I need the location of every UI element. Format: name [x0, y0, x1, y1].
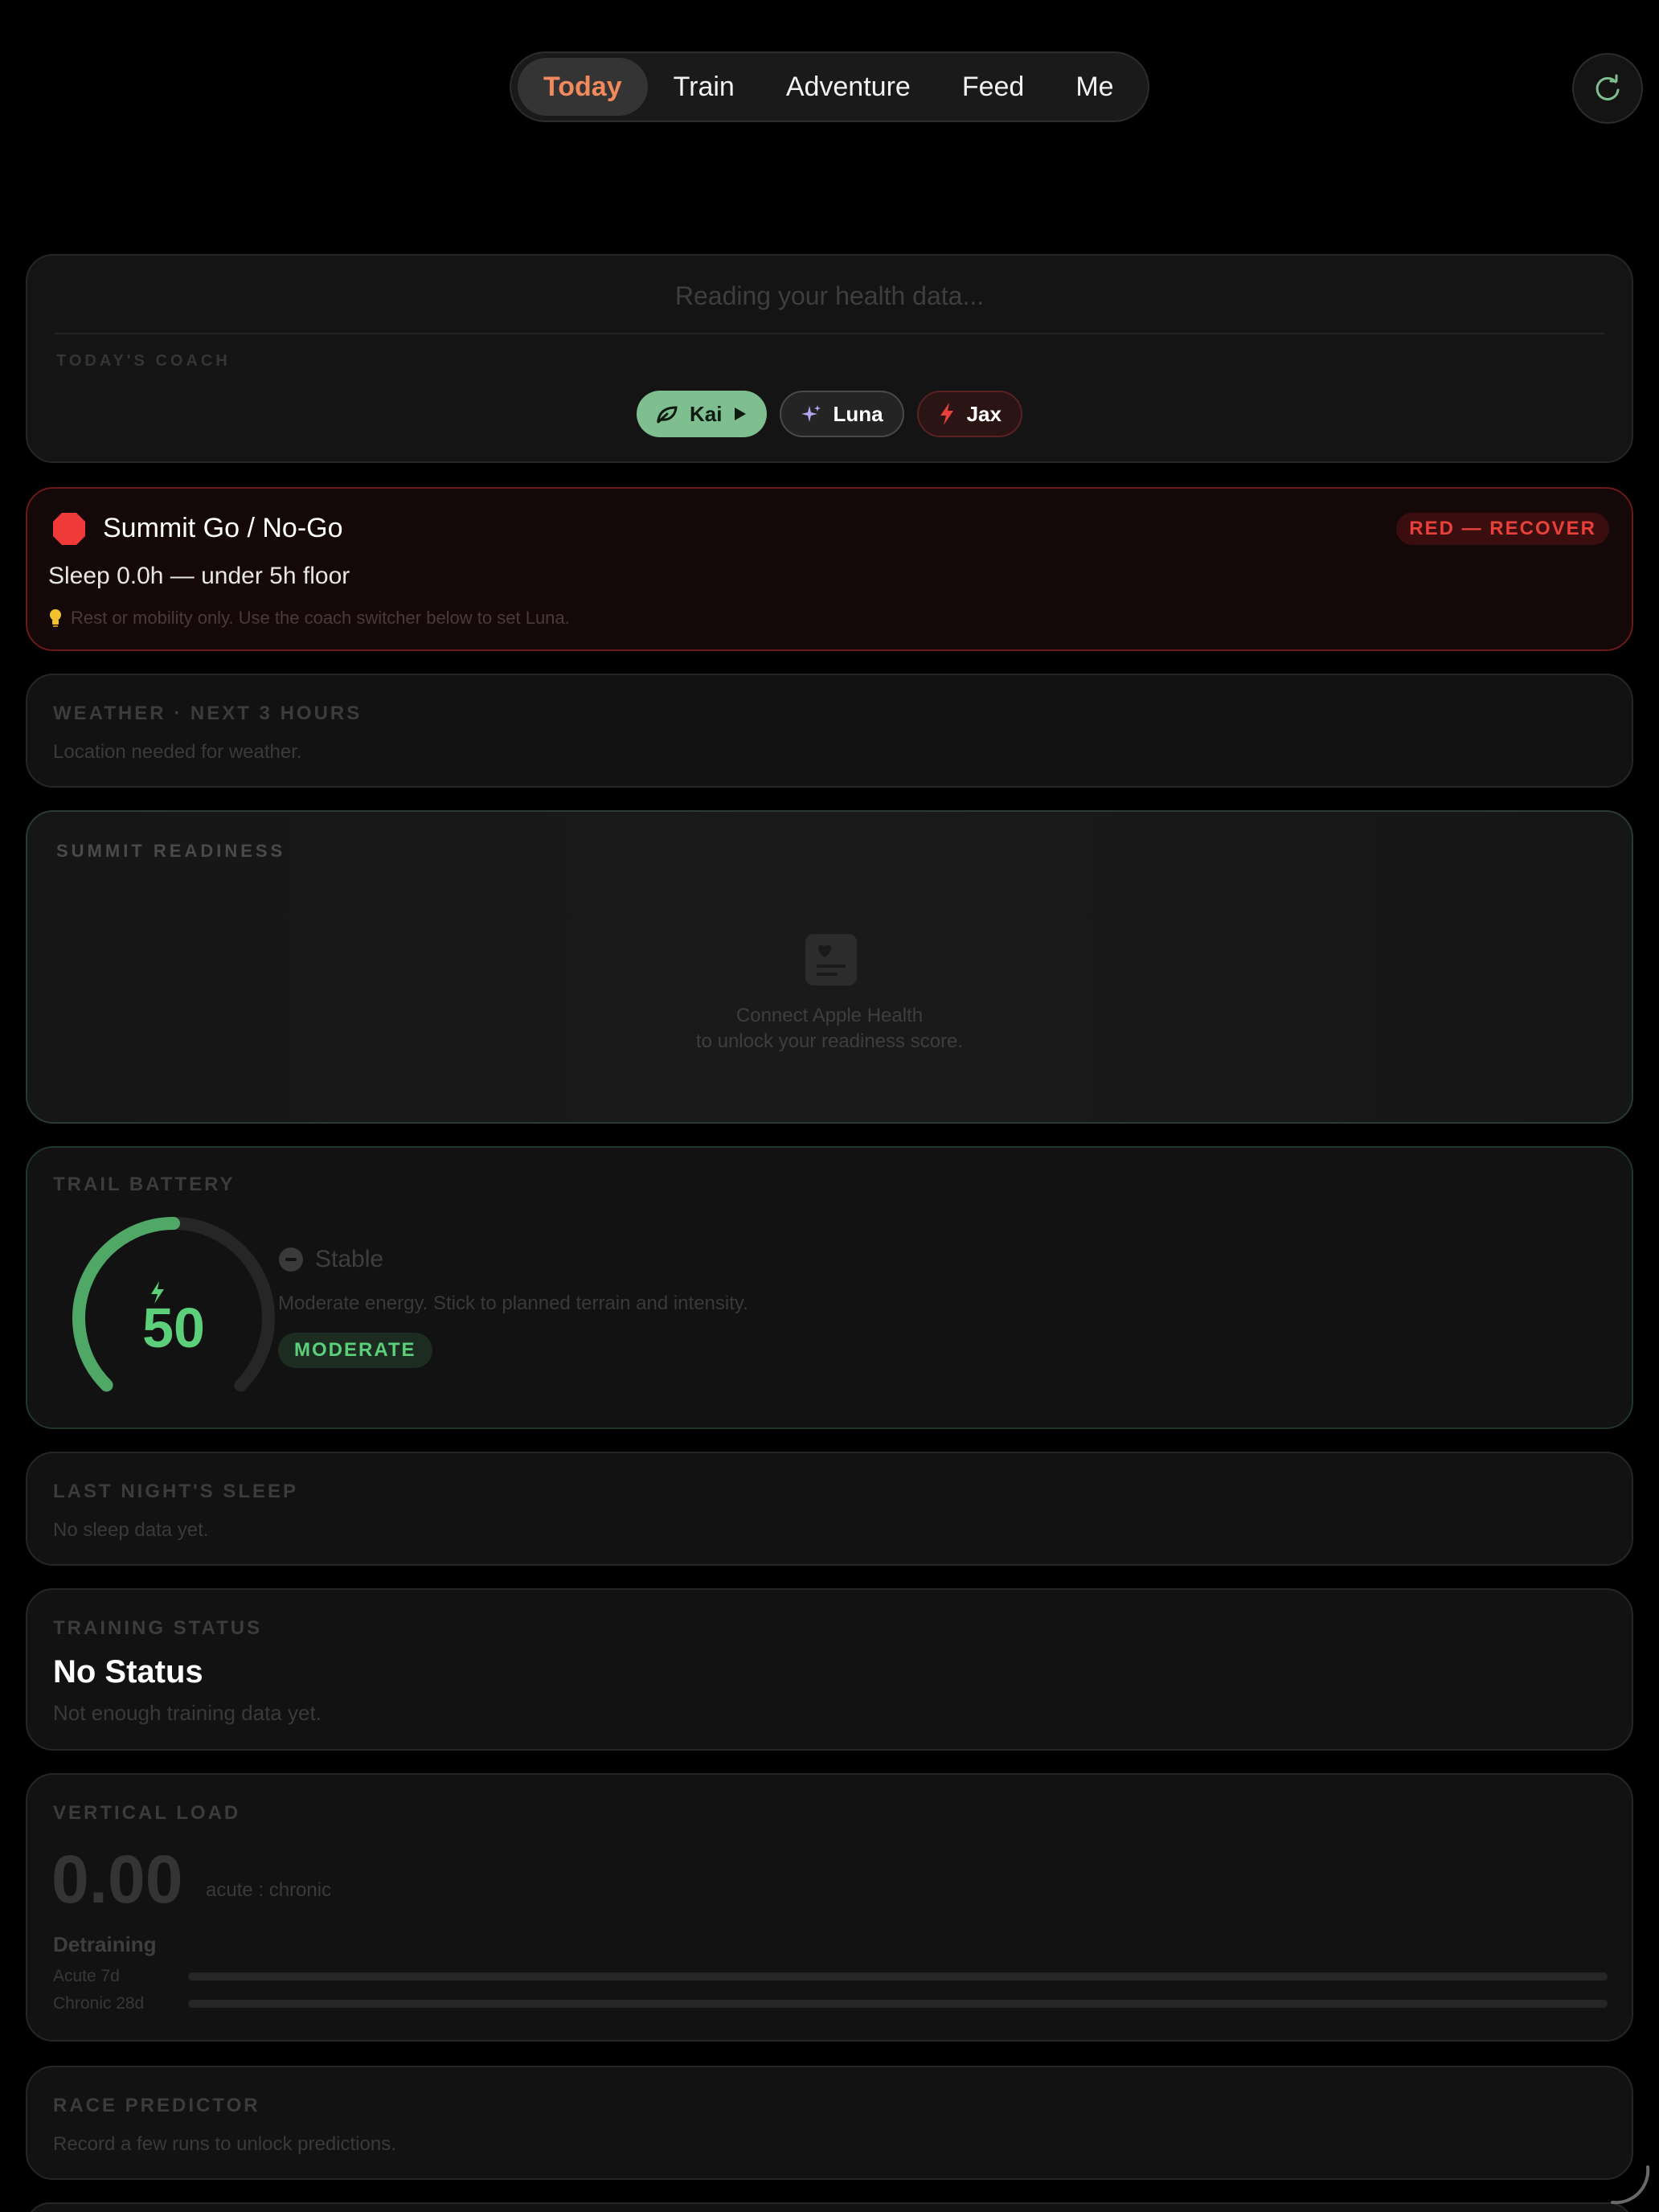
- lightbulb-icon: [50, 609, 61, 627]
- tab-adventure[interactable]: Adventure: [760, 58, 936, 116]
- battery-gauge: 50: [72, 1216, 275, 1392]
- tab-me[interactable]: Me: [1050, 58, 1139, 116]
- weather-message: Location needed for weather.: [53, 741, 302, 763]
- status-badge: RED — RECOVER: [1396, 513, 1609, 545]
- minus-circle-icon: [279, 1247, 303, 1272]
- summit-readiness-card[interactable]: SUMMIT READINESS Connect Apple Health to…: [26, 810, 1633, 1124]
- coach-chip-label: Luna: [833, 401, 883, 426]
- battery-trend: Stable: [278, 1246, 383, 1273]
- weather-card[interactable]: WEATHER · NEXT 3 HOURS Location needed f…: [26, 674, 1633, 788]
- load-bar: [188, 1972, 1608, 1981]
- summit-title: Summit Go / No-Go: [103, 513, 343, 543]
- coach-switcher: Kai Luna Jax: [27, 391, 1632, 437]
- weather-label: WEATHER · NEXT 3 HOURS: [53, 703, 363, 724]
- coach-chip-label: Jax: [966, 401, 1002, 426]
- load-bar: [188, 2000, 1608, 2008]
- readiness-message-2: to unlock your readiness score.: [695, 1030, 964, 1052]
- sleep-card[interactable]: LAST NIGHT'S SLEEP No sleep data yet.: [26, 1452, 1633, 1566]
- divider: [55, 333, 1604, 334]
- battery-value: 50: [142, 1296, 205, 1359]
- tab-feed[interactable]: Feed: [936, 58, 1051, 116]
- bolt-icon: [940, 403, 953, 425]
- reading-status: Reading your health data...: [674, 281, 985, 310]
- training-message: Not enough training data yet.: [53, 1701, 322, 1725]
- coach-chip-label: Kai: [690, 401, 723, 426]
- coach-label: TODAY'S COACH: [56, 352, 231, 370]
- top-nav: Today Train Adventure Feed Me: [510, 51, 1149, 122]
- next-card-peek: [26, 2202, 1633, 2212]
- health-record-icon: [805, 934, 857, 985]
- load-row-label: Chronic 28d: [53, 1994, 145, 2013]
- refresh-icon: [1596, 74, 1620, 100]
- trail-battery-card[interactable]: TRAIL BATTERY 50 Stable Moderate energy.…: [26, 1146, 1633, 1429]
- coach-card: Reading your health data... TODAY'S COAC…: [26, 254, 1633, 463]
- battery-state: Stable: [315, 1246, 384, 1272]
- coach-chip-luna[interactable]: Luna: [780, 391, 904, 437]
- race-predictor-card[interactable]: RACE PREDICTOR Record a few runs to unlo…: [26, 2066, 1633, 2180]
- tab-train[interactable]: Train: [648, 58, 760, 116]
- sleep-label: LAST NIGHT'S SLEEP: [53, 1481, 299, 1502]
- vload-label: VERTICAL LOAD: [53, 1802, 241, 1824]
- load-row-label: Acute 7d: [53, 1967, 120, 1985]
- summit-hint: Rest or mobility only. Use the coach swi…: [48, 608, 570, 629]
- leaf-icon: [657, 406, 678, 424]
- refresh-button[interactable]: [1572, 53, 1643, 124]
- play-icon: [735, 408, 747, 420]
- coach-chip-jax[interactable]: Jax: [916, 391, 1022, 437]
- vertical-load-card[interactable]: VERTICAL LOAD 0.00 acute : chronic Detra…: [26, 1773, 1633, 2042]
- race-message: Record a few runs to unlock predictions.: [53, 2133, 396, 2155]
- sparkle-icon: [801, 405, 821, 422]
- hint-text: Rest or mobility only. Use the coach swi…: [71, 608, 570, 628]
- tab-today[interactable]: Today: [518, 58, 648, 116]
- battery-label: TRAIL BATTERY: [53, 1174, 236, 1195]
- training-value: No Status: [53, 1654, 203, 1690]
- load-row-chronic: Chronic 28d: [53, 1992, 1608, 2016]
- readiness-message-1: Connect Apple Health: [735, 1005, 924, 1026]
- load-row-acute: Acute 7d: [53, 1964, 1608, 1989]
- vload-status: Detraining: [53, 1932, 157, 1956]
- sleep-message: No sleep data yet.: [53, 1519, 209, 1541]
- vload-value: 0.00: [51, 1841, 183, 1917]
- coach-chip-kai[interactable]: Kai: [637, 391, 768, 437]
- vload-unit: acute : chronic: [206, 1879, 332, 1901]
- training-status-card[interactable]: TRAINING STATUS No Status Not enough tra…: [26, 1588, 1633, 1751]
- scroll-indicator-icon: [1611, 2165, 1650, 2205]
- intensity-badge: MODERATE: [278, 1333, 432, 1368]
- training-label: TRAINING STATUS: [53, 1617, 263, 1639]
- readiness-label: SUMMIT READINESS: [56, 841, 286, 861]
- battery-description: Moderate energy. Stick to planned terrai…: [278, 1292, 748, 1314]
- stop-sign-icon: [53, 513, 85, 545]
- summit-go-nogo-card[interactable]: Summit Go / No-Go RED — RECOVER Sleep 0.…: [26, 487, 1633, 651]
- race-label: RACE PREDICTOR: [53, 2095, 260, 2116]
- summit-reason: Sleep 0.0h — under 5h floor: [48, 563, 350, 589]
